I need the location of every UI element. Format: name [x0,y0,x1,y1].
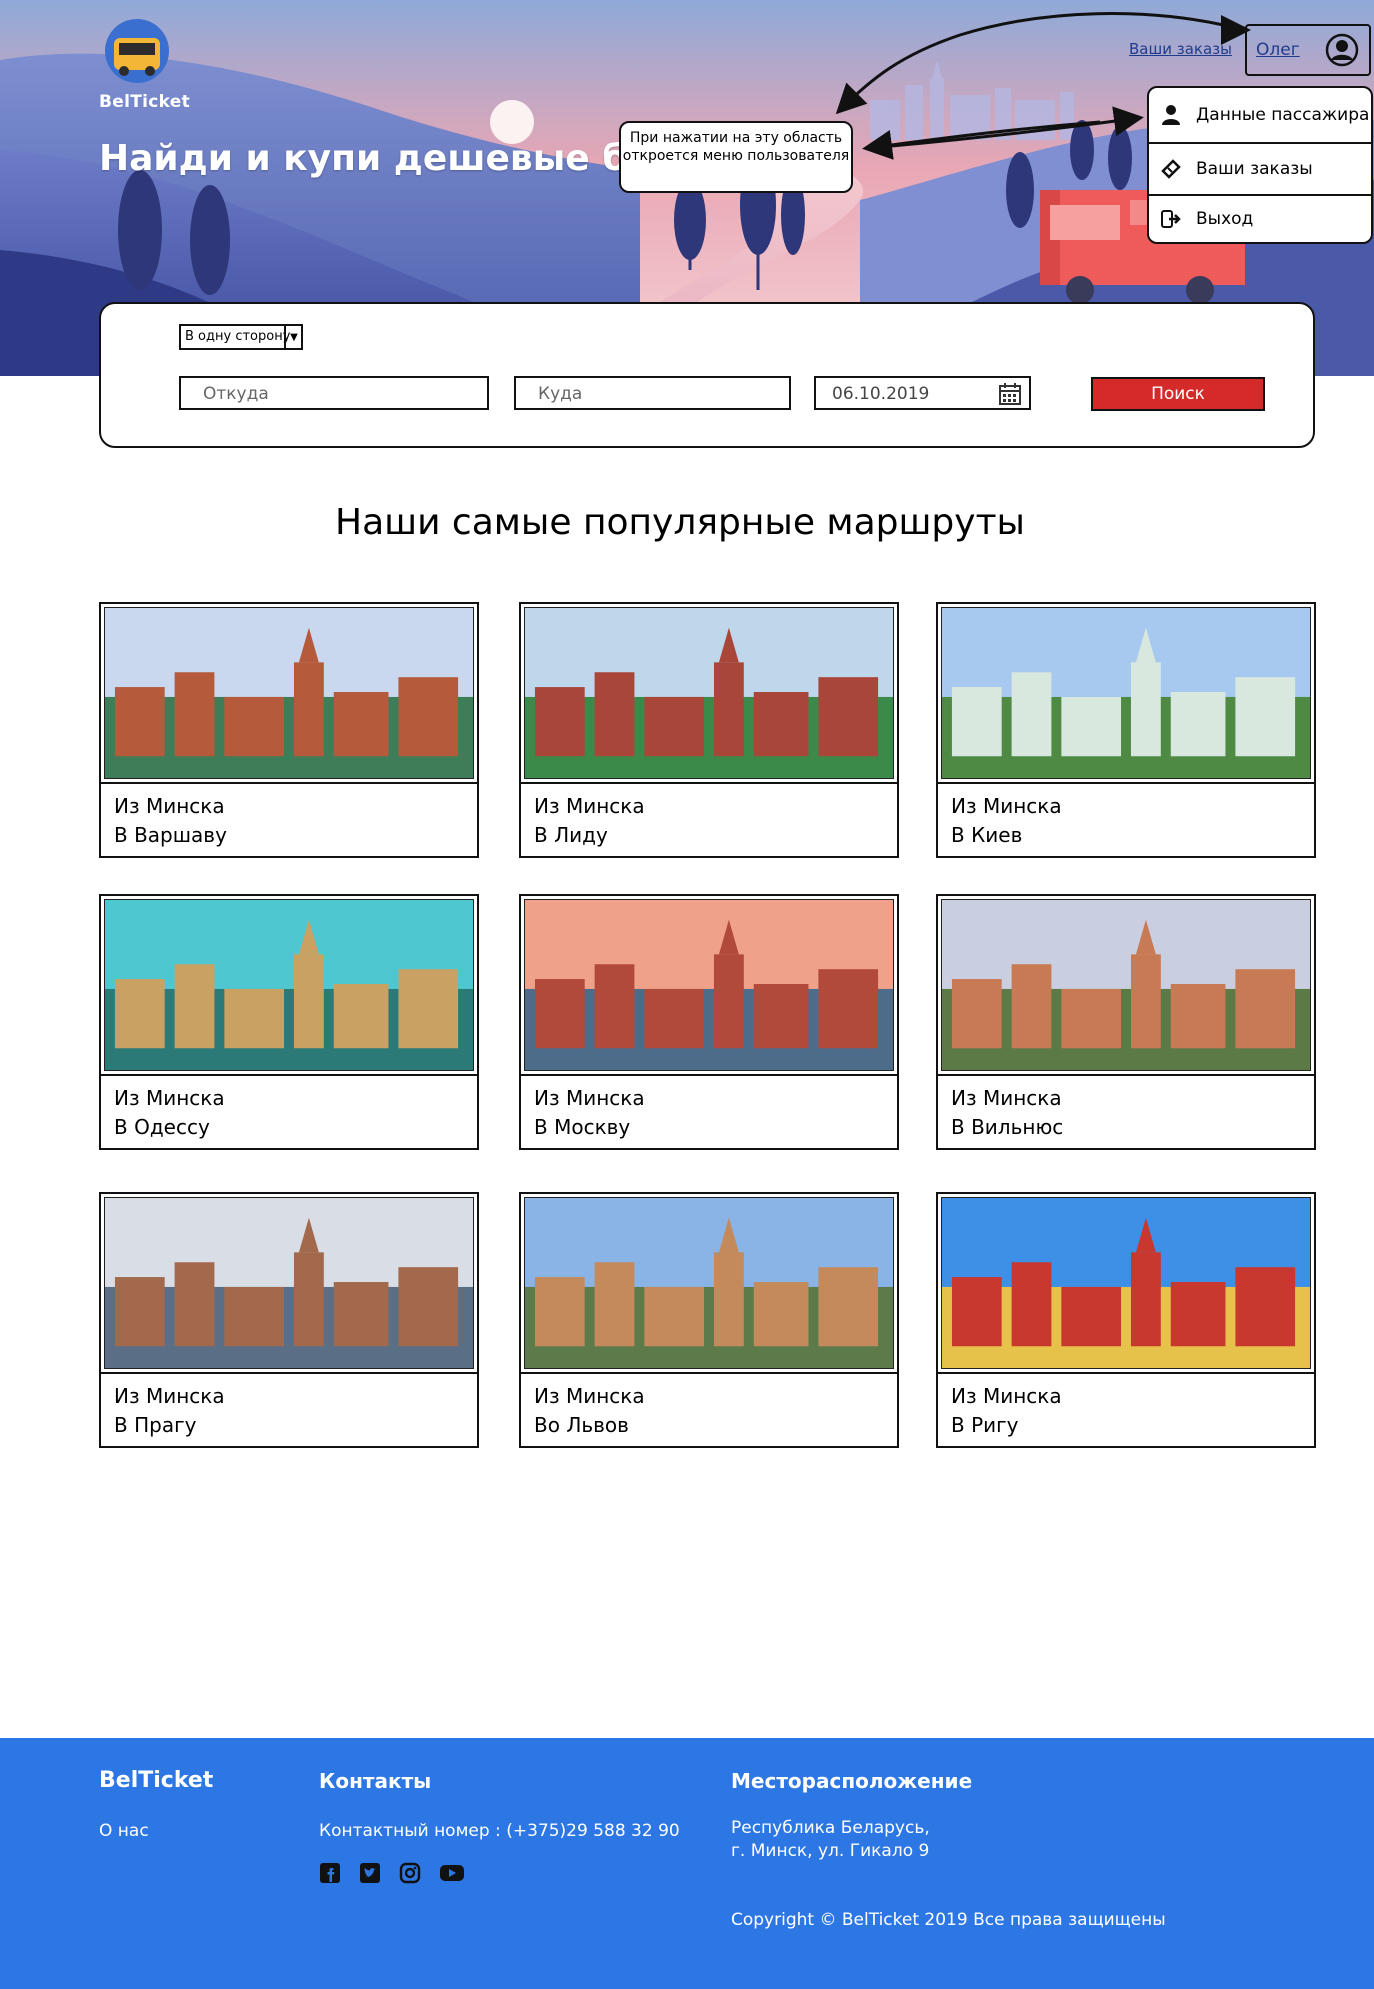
route-photo [941,899,1311,1071]
card-divider [938,1074,1314,1076]
route-card[interactable]: Из Минска В Лиду [519,602,899,858]
route-to: В Москву [534,1115,631,1139]
route-card[interactable]: Из Минска В Прагу [99,1192,479,1448]
route-to: В Одессу [114,1115,210,1139]
search-panel: В одну сторону ▼ Откуда Куда 06.10.2019 … [99,302,1315,448]
card-divider [938,782,1314,784]
route-card[interactable]: Из Минска В Варшаву [99,602,479,858]
route-card[interactable]: Из Минска В Ригу [936,1192,1316,1448]
orders-link[interactable]: Ваши заказы [1129,40,1232,58]
route-card[interactable]: Из Минска В Вильнюс [936,894,1316,1150]
route-from: Из Минска [534,794,645,818]
route-from: Из Минска [534,1086,645,1110]
menu-item-label: Ваши заказы [1196,159,1313,179]
card-divider [938,1372,1314,1374]
social-links [319,1862,464,1884]
logo-icon[interactable] [104,18,170,84]
route-photo [524,899,894,1071]
address-line: Республика Беларусь, [731,1818,930,1838]
date-input[interactable]: 06.10.2019 [814,376,1031,410]
footer-brand[interactable]: BelTicket [99,1768,213,1793]
user-account-button[interactable]: Олег [1245,24,1371,76]
about-link[interactable]: О нас [99,1821,149,1841]
route-photo [941,1197,1311,1369]
user-name[interactable]: Олег [1256,40,1300,60]
copyright: Copyright © BelTicket 2019 Все права защ… [731,1910,1166,1930]
ticket-icon [1160,158,1182,180]
contact-phone: Контактный номер : (+375)29 588 32 90 [319,1821,680,1841]
route-to: Во Львов [534,1413,629,1437]
card-divider [101,782,477,784]
logout-icon [1160,208,1182,230]
user-icon [1160,104,1182,126]
trip-type-select[interactable]: В одну сторону ▼ [179,324,303,350]
route-to: В Вильнюс [951,1115,1064,1139]
chevron-down-icon[interactable]: ▼ [284,325,302,349]
menu-item-passenger-data[interactable]: Данные пассажира [1149,90,1371,140]
menu-item-label: Выход [1196,209,1254,229]
calendar-icon[interactable] [999,383,1021,405]
route-card[interactable]: Из Минска В Киев [936,602,1316,858]
address-line: г. Минск, ул. Гикало 9 [731,1841,930,1861]
search-button[interactable]: Поиск [1091,377,1265,411]
card-divider [521,1074,897,1076]
to-input[interactable]: Куда [514,376,791,410]
trip-type-value: В одну сторону [185,329,291,344]
route-from: Из Минска [951,794,1062,818]
brand-name[interactable]: BelTicket [99,92,190,112]
footer: BelTicket О нас Контакты Контактный номе… [0,1738,1374,1989]
route-photo [941,607,1311,779]
contacts-heading: Контакты [319,1769,432,1793]
annotation-callout: При нажатии на эту область откроется мен… [619,121,853,193]
card-divider [101,1372,477,1374]
route-from: Из Минска [114,1384,225,1408]
youtube-icon[interactable] [439,1862,464,1884]
route-photo [524,607,894,779]
route-from: Из Минска [114,794,225,818]
section-title: Наши самые популярные маршруты [335,502,1025,543]
route-photo [104,899,474,1071]
route-card[interactable]: Из Минска В Одессу [99,894,479,1150]
location-heading: Месторасположение [731,1769,973,1793]
route-from: Из Минска [534,1384,645,1408]
user-dropdown-menu: Данные пассажира Ваши заказы Выход [1147,86,1373,244]
twitter-icon[interactable] [359,1862,381,1884]
menu-item-label: Данные пассажира [1196,105,1370,125]
route-to: В Варшаву [114,823,227,847]
instagram-icon[interactable] [399,1862,421,1884]
route-to: В Прагу [114,1413,197,1437]
card-divider [521,782,897,784]
route-from: Из Минска [951,1086,1062,1110]
route-to: В Лиду [534,823,608,847]
route-to: В Киев [951,823,1023,847]
route-card[interactable]: Из Минска Во Львов [519,1192,899,1448]
route-photo [524,1197,894,1369]
menu-item-orders[interactable]: Ваши заказы [1149,144,1371,194]
user-avatar-icon[interactable] [1325,33,1359,67]
from-input[interactable]: Откуда [179,376,489,410]
card-divider [521,1372,897,1374]
route-to: В Ригу [951,1413,1019,1437]
route-photo [104,607,474,779]
route-from: Из Минска [114,1086,225,1110]
route-photo [104,1197,474,1369]
card-divider [101,1074,477,1076]
route-from: Из Минска [951,1384,1062,1408]
menu-item-logout[interactable]: Выход [1149,194,1371,244]
facebook-icon[interactable] [319,1862,341,1884]
date-value: 06.10.2019 [832,384,930,404]
route-card[interactable]: Из Минска В Москву [519,894,899,1150]
